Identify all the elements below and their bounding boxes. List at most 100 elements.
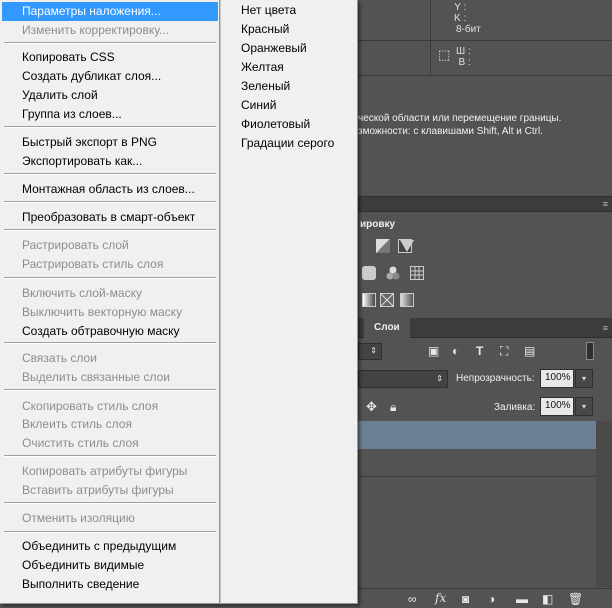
- menu-item-paste-shape-attributes: Вставить атрибуты фигуры: [22, 483, 174, 497]
- menu-item-rasterize-layer: Растрировать слой: [22, 238, 129, 252]
- transform-icon: ⬚: [438, 47, 451, 62]
- menu-separator: [4, 277, 216, 279]
- layers-bottom-toolbar: ∞ fx ◙ ◑ ▬ ◧ 🗑︎: [358, 588, 612, 608]
- menu-separator: [4, 455, 216, 457]
- layers-panel-menu-icon[interactable]: ≡: [603, 324, 608, 333]
- menu-separator: [4, 173, 216, 175]
- menu-item-quick-export-png[interactable]: Быстрый экспорт в PNG: [2, 133, 218, 152]
- tab-layers[interactable]: Слои: [364, 318, 410, 338]
- menu-item-create-clipping-mask[interactable]: Создать обтравочную маску: [2, 322, 218, 341]
- menu-item-enable-layer-mask: Включить слой-маску: [22, 286, 142, 300]
- submenu-item-red[interactable]: Красный: [221, 20, 357, 39]
- add-mask-icon[interactable]: ◙: [462, 592, 469, 606]
- menu-item-flatten-image[interactable]: Выполнить сведение: [2, 575, 218, 594]
- submenu-item-green[interactable]: Зеленый: [221, 77, 357, 96]
- filter-kind-chevron-icon: ⇕: [370, 346, 377, 355]
- levels-icon[interactable]: [376, 239, 390, 253]
- filter-adjustment-icon[interactable]: ◐: [452, 344, 459, 358]
- layers-tabbar: Слои ≡: [358, 318, 612, 338]
- channel-mixer-icon[interactable]: [386, 266, 400, 280]
- opacity-label: Непрозрачность:: [456, 373, 535, 384]
- layer-row-selected[interactable]: [358, 421, 596, 449]
- info-size-labels: Ш : В :: [456, 46, 471, 68]
- threshold-icon[interactable]: [362, 293, 376, 307]
- info-h-label: В :: [458, 57, 471, 68]
- panel-collapse-bar[interactable]: ≡: [358, 196, 612, 212]
- submenu-item-yellow[interactable]: Желтая: [221, 58, 357, 77]
- menu-separator: [4, 229, 216, 231]
- menu-item-copy-css[interactable]: Копировать CSS: [2, 48, 218, 67]
- photo-filter-icon[interactable]: [362, 266, 376, 280]
- menu-item-artboard-from-layers[interactable]: Монтажная область из слоев...: [2, 180, 218, 199]
- submenu-item-orange[interactable]: Оранжевый: [221, 39, 357, 58]
- menu-item-copy-shape-attributes: Копировать атрибуты фигуры: [22, 464, 188, 478]
- menu-item-copy-layer-style: Скопировать стиль слоя: [22, 399, 159, 413]
- opacity-dropdown-button[interactable]: ▾: [575, 369, 593, 388]
- new-group-icon[interactable]: ▬: [516, 592, 528, 606]
- fill-input[interactable]: 100%: [540, 397, 574, 416]
- menu-item-convert-to-smart-object[interactable]: Преобразовать в смарт-объект: [2, 208, 218, 227]
- adjustments-panel: ировку: [358, 215, 612, 320]
- menu-separator: [4, 531, 216, 533]
- filter-shape-icon[interactable]: ⛶: [500, 344, 508, 358]
- new-layer-icon[interactable]: ◧: [542, 592, 553, 606]
- selective-color-icon[interactable]: [379, 292, 395, 308]
- menu-item-paste-layer-style: Вклеить стиль слоя: [22, 417, 132, 431]
- info-k-label: K :: [454, 13, 467, 24]
- panel-menu-icon[interactable]: ≡: [603, 200, 608, 209]
- filter-pixel-icon[interactable]: ▣: [428, 344, 439, 358]
- menu-separator: [4, 342, 216, 344]
- color-lookup-icon[interactable]: [410, 266, 424, 280]
- menu-separator: [4, 126, 216, 128]
- trash-icon[interactable]: 🗑︎: [568, 592, 583, 606]
- menu-item-merge-visible[interactable]: Объединить видимые: [2, 556, 218, 575]
- info-divider: [430, 0, 431, 76]
- fill-dropdown-button[interactable]: ▾: [575, 397, 593, 416]
- new-adjustment-icon[interactable]: ◑: [488, 592, 495, 606]
- filter-smart-object-icon[interactable]: ▤: [524, 344, 535, 358]
- submenu-item-blue[interactable]: Синий: [221, 96, 357, 115]
- blend-mode-chevron-icon: ⇕: [436, 374, 443, 383]
- gradient-map-icon[interactable]: [400, 293, 414, 307]
- info-divider-h: [358, 40, 612, 41]
- blend-mode-select[interactable]: ⇕: [358, 370, 448, 388]
- layer-context-menu: Параметры наложения... Изменить корректир…: [0, 0, 220, 604]
- fill-label: Заливка:: [494, 402, 536, 413]
- menu-item-select-linked-layers: Выделить связанные слои: [22, 370, 171, 384]
- opacity-input[interactable]: 100%: [540, 369, 574, 388]
- menu-item-group-from-layers[interactable]: Группа из слоев...: [2, 105, 218, 124]
- menu-separator: [4, 201, 216, 203]
- info-readout: Y : K : 8-бит: [358, 0, 612, 76]
- info-help-text: ческой области или перемещение границы. …: [358, 112, 608, 138]
- layer-color-submenu: Нет цвета Красный Оранжевый Желтая Зеленый Си…: [220, 0, 358, 604]
- gradient-triangle-icon[interactable]: [400, 240, 414, 252]
- submenu-item-violet[interactable]: Фиолетовый: [221, 115, 357, 134]
- lock-position-icon[interactable]: ✥: [366, 400, 377, 414]
- lock-all-icon[interactable]: 🔒︎: [390, 400, 396, 414]
- adjustments-title: ировку: [360, 219, 396, 230]
- menu-item-link-layers: Связать слои: [22, 351, 97, 365]
- menu-item-merge-down[interactable]: Объединить с предыдущим: [2, 537, 218, 556]
- submenu-item-gray[interactable]: Градации серого: [221, 134, 357, 153]
- fx-icon[interactable]: fx: [435, 591, 446, 605]
- menu-item-blending-options[interactable]: Параметры наложения...: [2, 2, 218, 21]
- layer-filter-kind[interactable]: ⇕: [358, 343, 382, 360]
- menu-item-disable-vector-mask: Выключить векторную маску: [22, 305, 183, 319]
- help-line-2: зможности: с клавишами Shift, Alt и Ctrl…: [358, 126, 543, 137]
- menu-item-export-as[interactable]: Экспортировать как...: [2, 152, 218, 171]
- menu-item-rasterize-layer-style: Растрировать стиль слоя: [22, 257, 164, 271]
- menu-item-clear-layer-style: Очистить стиль слоя: [22, 436, 139, 450]
- menu-item-duplicate-layer[interactable]: Создать дубликат слоя...: [2, 67, 218, 86]
- submenu-item-no-color[interactable]: Нет цвета: [221, 1, 357, 20]
- menu-item-delete-layer[interactable]: Удалить слой: [2, 86, 218, 105]
- menu-separator: [4, 502, 216, 504]
- layer-row[interactable]: [358, 449, 596, 477]
- filter-type-icon[interactable]: T: [476, 344, 483, 358]
- layers-scrollbar[interactable]: [596, 421, 612, 587]
- link-layers-icon[interactable]: ∞: [408, 592, 417, 606]
- menu-item-edit-adjustment: Изменить корректировку...: [22, 23, 170, 37]
- menu-separator: [4, 389, 216, 391]
- menu-separator: [4, 42, 216, 44]
- help-line-1: ческой области или перемещение границы.: [358, 113, 562, 124]
- filter-toggle-switch[interactable]: [586, 342, 594, 360]
